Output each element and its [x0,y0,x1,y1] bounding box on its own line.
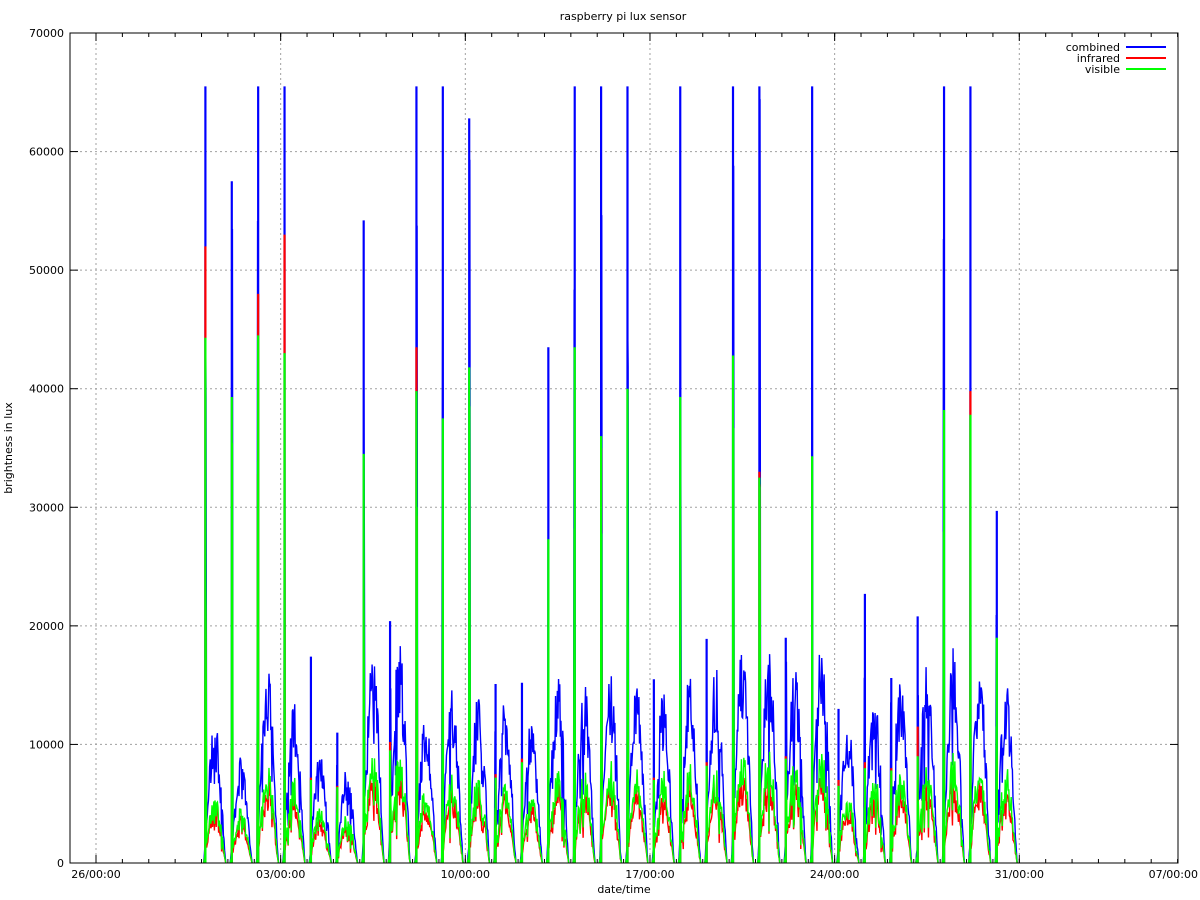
y-tick-label: 50000 [29,264,64,277]
chart-title: raspberry pi lux sensor [560,10,687,23]
y-tick-label: 30000 [29,501,64,514]
x-tick-label: 07/00:00 [1149,868,1198,881]
legend-label-visible: visible [1085,63,1120,76]
x-tick-label: 03/00:00 [256,868,305,881]
y-tick-label: 20000 [29,620,64,633]
x-tick-label: 26/00:00 [71,868,120,881]
x-tick-label: 17/00:00 [625,868,674,881]
x-tick-label: 10/00:00 [441,868,490,881]
y-tick-label: 60000 [29,146,64,159]
y-tick-label: 0 [57,857,64,870]
x-tick-label: 31/00:00 [995,868,1044,881]
y-tick-label: 10000 [29,738,64,751]
x-axis-label: date/time [597,883,651,896]
chart-background [0,0,1200,900]
y-axis-label: brightness in lux [2,402,15,494]
y-tick-label: 40000 [29,383,64,396]
y-tick-label: 70000 [29,27,64,40]
lux-chart: raspberry pi lux sensor 0 10000 20000 30000… [0,0,1200,900]
x-tick-label: 24/00:00 [810,868,859,881]
